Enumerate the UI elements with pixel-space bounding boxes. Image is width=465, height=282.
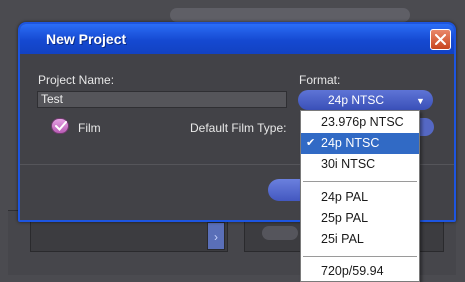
format-option-25p-pal[interactable]: 25p PAL: [301, 208, 419, 229]
background-toolbar: [170, 8, 410, 22]
option-label: 25i PAL: [321, 232, 364, 246]
background-arrow-button: ›: [207, 222, 225, 250]
format-option-24p-pal[interactable]: 24p PAL: [301, 187, 419, 208]
background-button: [262, 226, 298, 240]
background-field: [30, 218, 228, 252]
dialog-title: New Project: [46, 31, 127, 47]
option-label: 24p NTSC: [321, 136, 380, 150]
default-film-type-dropdown[interactable]: [420, 118, 434, 136]
checkmark-icon: ✔: [306, 137, 316, 149]
format-option-23976p-ntsc[interactable]: 23.976p NTSC: [301, 112, 419, 133]
format-option-25i-pal[interactable]: 25i PAL: [301, 229, 419, 250]
project-name-label: Project Name:: [38, 73, 115, 87]
chevron-down-icon: ▼: [416, 96, 425, 106]
project-name-input[interactable]: Test: [37, 91, 287, 108]
menu-separator: [303, 181, 417, 182]
format-option-24p-ntsc[interactable]: ✔ 24p NTSC: [301, 133, 419, 154]
close-x-icon: [435, 34, 446, 45]
option-label: 23.976p NTSC: [321, 115, 404, 129]
checkmark-icon: [55, 121, 67, 131]
menu-separator: [303, 256, 417, 257]
film-checkbox[interactable]: [51, 118, 69, 134]
format-dropdown-menu: 23.976p NTSC ✔ 24p NTSC 30i NTSC 24p PAL…: [300, 110, 420, 282]
format-option-720p-5994[interactable]: 720p/59.94: [301, 261, 419, 281]
format-selected-value: 24p NTSC: [328, 93, 385, 107]
format-label: Format:: [299, 73, 341, 87]
format-option-30i-ntsc[interactable]: 30i NTSC: [301, 154, 419, 175]
format-dropdown[interactable]: 24p NTSC ▼: [298, 90, 433, 110]
close-button[interactable]: [430, 29, 451, 50]
option-label: 30i NTSC: [321, 157, 376, 171]
option-label: 25p PAL: [321, 211, 369, 225]
option-label: 720p/59.94: [321, 264, 384, 278]
title-bar: New Project: [20, 24, 454, 54]
default-film-type-label: Default Film Type:: [190, 121, 287, 135]
film-label: Film: [78, 121, 101, 135]
option-label: 24p PAL: [321, 190, 369, 204]
